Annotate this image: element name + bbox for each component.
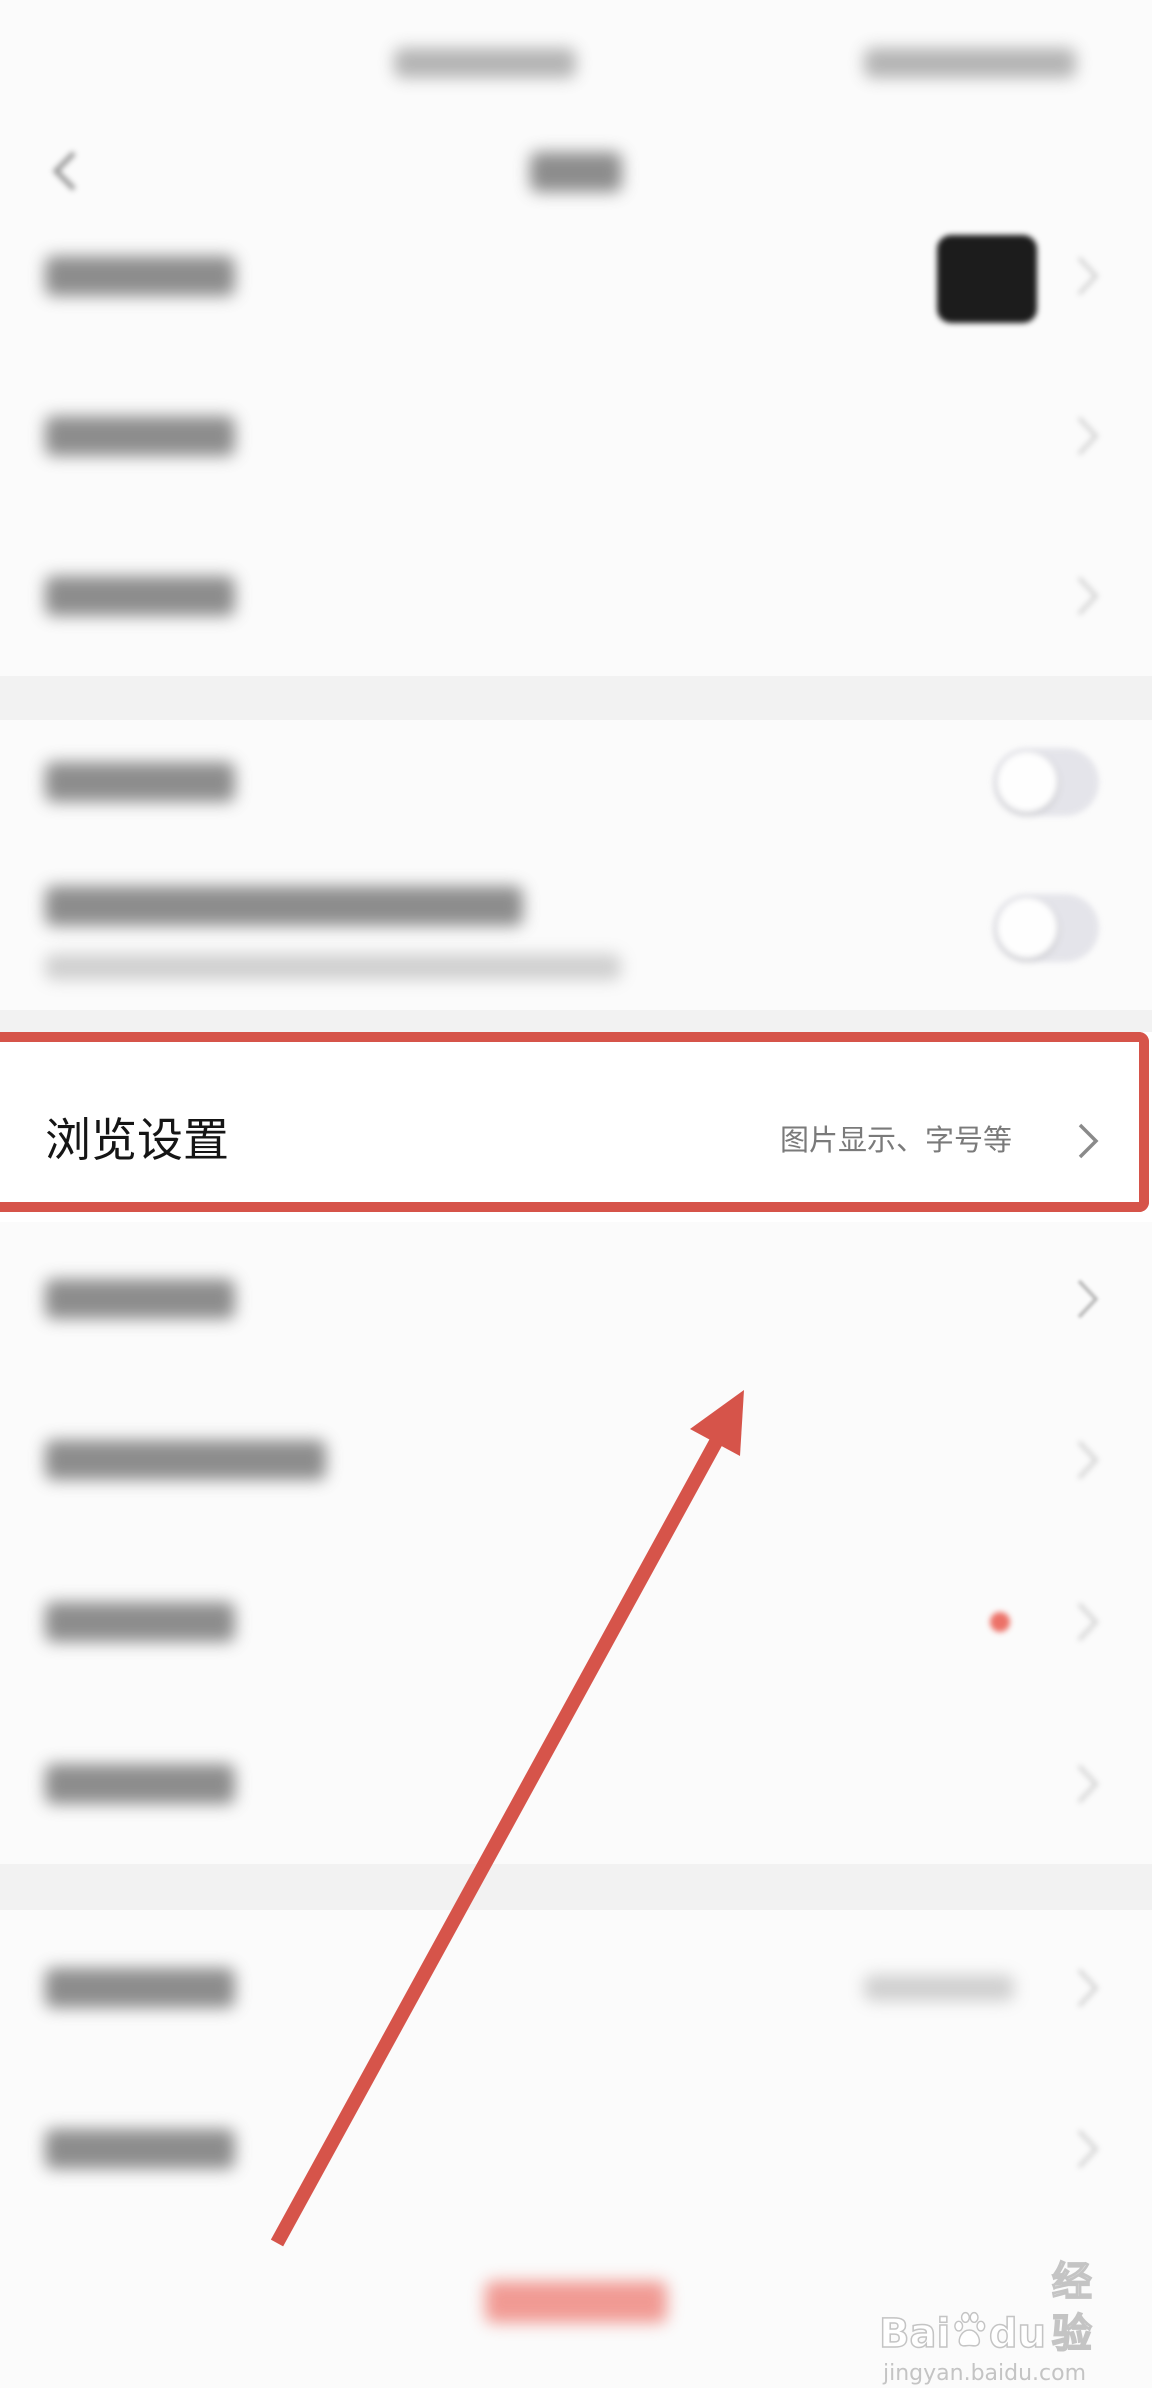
settings-row-label <box>45 256 235 296</box>
settings-row-label <box>45 576 235 616</box>
settings-row[interactable] <box>0 1910 1152 2068</box>
chevron-right-icon <box>1072 1277 1102 1321</box>
settings-row-label <box>45 1279 235 1319</box>
watermark-brand-right: du <box>988 2310 1047 2358</box>
settings-toggle-row[interactable] <box>0 844 1152 1010</box>
status-bar-right <box>864 48 1076 78</box>
settings-row[interactable] <box>0 1222 1152 1380</box>
settings-row[interactable] <box>0 196 1152 356</box>
chevron-right-icon <box>1072 414 1102 458</box>
settings-row-label <box>45 1602 235 1642</box>
chevron-right-icon <box>1072 254 1102 298</box>
toggle-knob <box>997 752 1057 812</box>
settings-toggle-row[interactable] <box>0 720 1152 844</box>
toggle-switch[interactable] <box>993 894 1099 962</box>
settings-row[interactable] <box>0 1541 1152 1703</box>
chevron-right-icon <box>1072 2127 1102 2171</box>
settings-row-label <box>45 1968 235 2008</box>
settings-row-description <box>45 954 621 980</box>
settings-row[interactable] <box>0 2068 1152 2230</box>
watermark: Bai du 经验 jingyan.baidu.com <box>878 2256 1129 2388</box>
settings-row[interactable] <box>0 356 1152 516</box>
section-divider <box>0 1010 1152 1032</box>
settings-row-label <box>45 2129 235 2169</box>
section-divider <box>0 1864 1152 1910</box>
settings-row[interactable] <box>0 1380 1152 1541</box>
red-dot-badge <box>990 1612 1010 1632</box>
row-thumbnail <box>937 235 1037 323</box>
chevron-right-icon <box>1072 1438 1102 1482</box>
bottom-action-button[interactable] <box>485 2281 667 2323</box>
settings-row[interactable] <box>0 516 1152 676</box>
settings-row-label <box>45 886 523 926</box>
back-arrow-icon[interactable] <box>50 149 80 193</box>
page-title <box>530 152 622 192</box>
settings-row-label <box>45 1764 235 1804</box>
settings-row[interactable] <box>0 1703 1152 1864</box>
settings-row-label <box>45 416 235 456</box>
watermark-brand-left: Bai <box>878 2310 951 2358</box>
highlight-annotation-box <box>0 1032 1149 1212</box>
chevron-right-icon <box>1072 1600 1102 1644</box>
section-divider <box>0 676 1152 720</box>
baidu-paw-icon <box>954 2311 986 2347</box>
watermark-brand: Bai du 经验 <box>878 2256 1129 2360</box>
status-bar-left <box>394 48 576 78</box>
toggle-knob <box>997 898 1057 958</box>
chevron-right-icon <box>1072 1762 1102 1806</box>
header <box>0 0 1152 196</box>
toggle-switch[interactable] <box>993 748 1099 816</box>
watermark-product: 经验 <box>1051 2258 1093 2358</box>
chevron-right-icon <box>1072 574 1102 618</box>
chevron-right-icon <box>1072 1966 1102 2010</box>
watermark-site: jingyan.baidu.com <box>883 2361 1087 2386</box>
settings-row-value <box>864 1975 1014 2001</box>
settings-row-label <box>45 762 235 802</box>
settings-row-label <box>45 1440 326 1480</box>
